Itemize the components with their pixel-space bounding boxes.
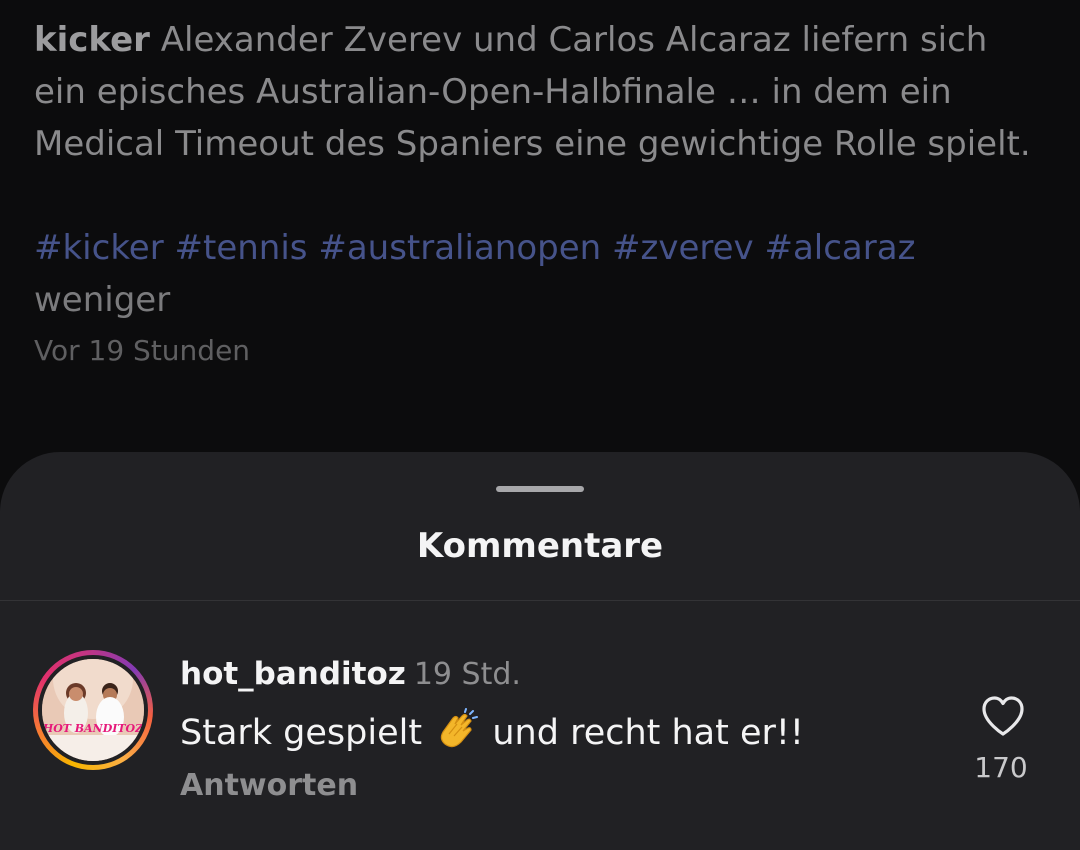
- heart-icon[interactable]: [980, 694, 1026, 738]
- avatar-image: HOT BANDITOZ: [42, 659, 144, 761]
- hashtag-tennis[interactable]: #tennis: [175, 228, 308, 268]
- comment-time: 19 Std.: [413, 657, 521, 692]
- hashtag-australianopen[interactable]: #australianopen: [318, 228, 601, 268]
- post-caption-area: kicker Alexander Zverev und Carlos Alcar…: [34, 14, 1044, 367]
- like-count: 170: [974, 751, 1028, 784]
- clapping-hands-icon: [441, 708, 479, 748]
- post-timestamp: Vor 19 Stunden: [34, 334, 251, 367]
- reply-button[interactable]: Antworten: [180, 768, 358, 803]
- avatar-story-ring[interactable]: HOT BANDITOZ: [33, 650, 153, 770]
- sheet-drag-handle[interactable]: [496, 486, 584, 492]
- avatar: HOT BANDITOZ: [42, 659, 144, 761]
- comment-username[interactable]: hot_banditoz: [180, 656, 406, 692]
- sheet-divider: [0, 600, 1080, 601]
- sheet-title: Kommentare: [416, 526, 664, 566]
- comment-header: hot_banditoz 19 Std.: [180, 654, 521, 695]
- hashtag-list: #kicker #tennis #australianopen #zverev …: [34, 222, 1044, 274]
- post-caption-text: Alexander Zverev und Carlos Alcaraz lief…: [34, 20, 1031, 164]
- hashtag-alcaraz[interactable]: #alcaraz: [764, 228, 915, 268]
- avatar-logo-text: HOT BANDITOZ: [42, 722, 144, 735]
- comment-text-after: und recht hat er!!: [492, 713, 804, 753]
- comments-sheet: Kommentare HOT BANDITOZ hot_banditoz 19 …: [0, 452, 1080, 850]
- comment-item: HOT BANDITOZ hot_banditoz 19 Std. Stark g…: [0, 602, 1080, 850]
- post-caption: kicker Alexander Zverev und Carlos Alcar…: [34, 14, 1044, 170]
- post-author[interactable]: kicker: [34, 20, 150, 60]
- show-less-link[interactable]: weniger: [34, 274, 1044, 326]
- hashtag-kicker[interactable]: #kicker: [34, 228, 164, 268]
- comment-text-before: Stark gespielt: [180, 713, 423, 753]
- comment-text: Stark gespielt und recht hat er!!: [180, 708, 804, 757]
- hashtag-zverev[interactable]: #zverev: [612, 228, 754, 268]
